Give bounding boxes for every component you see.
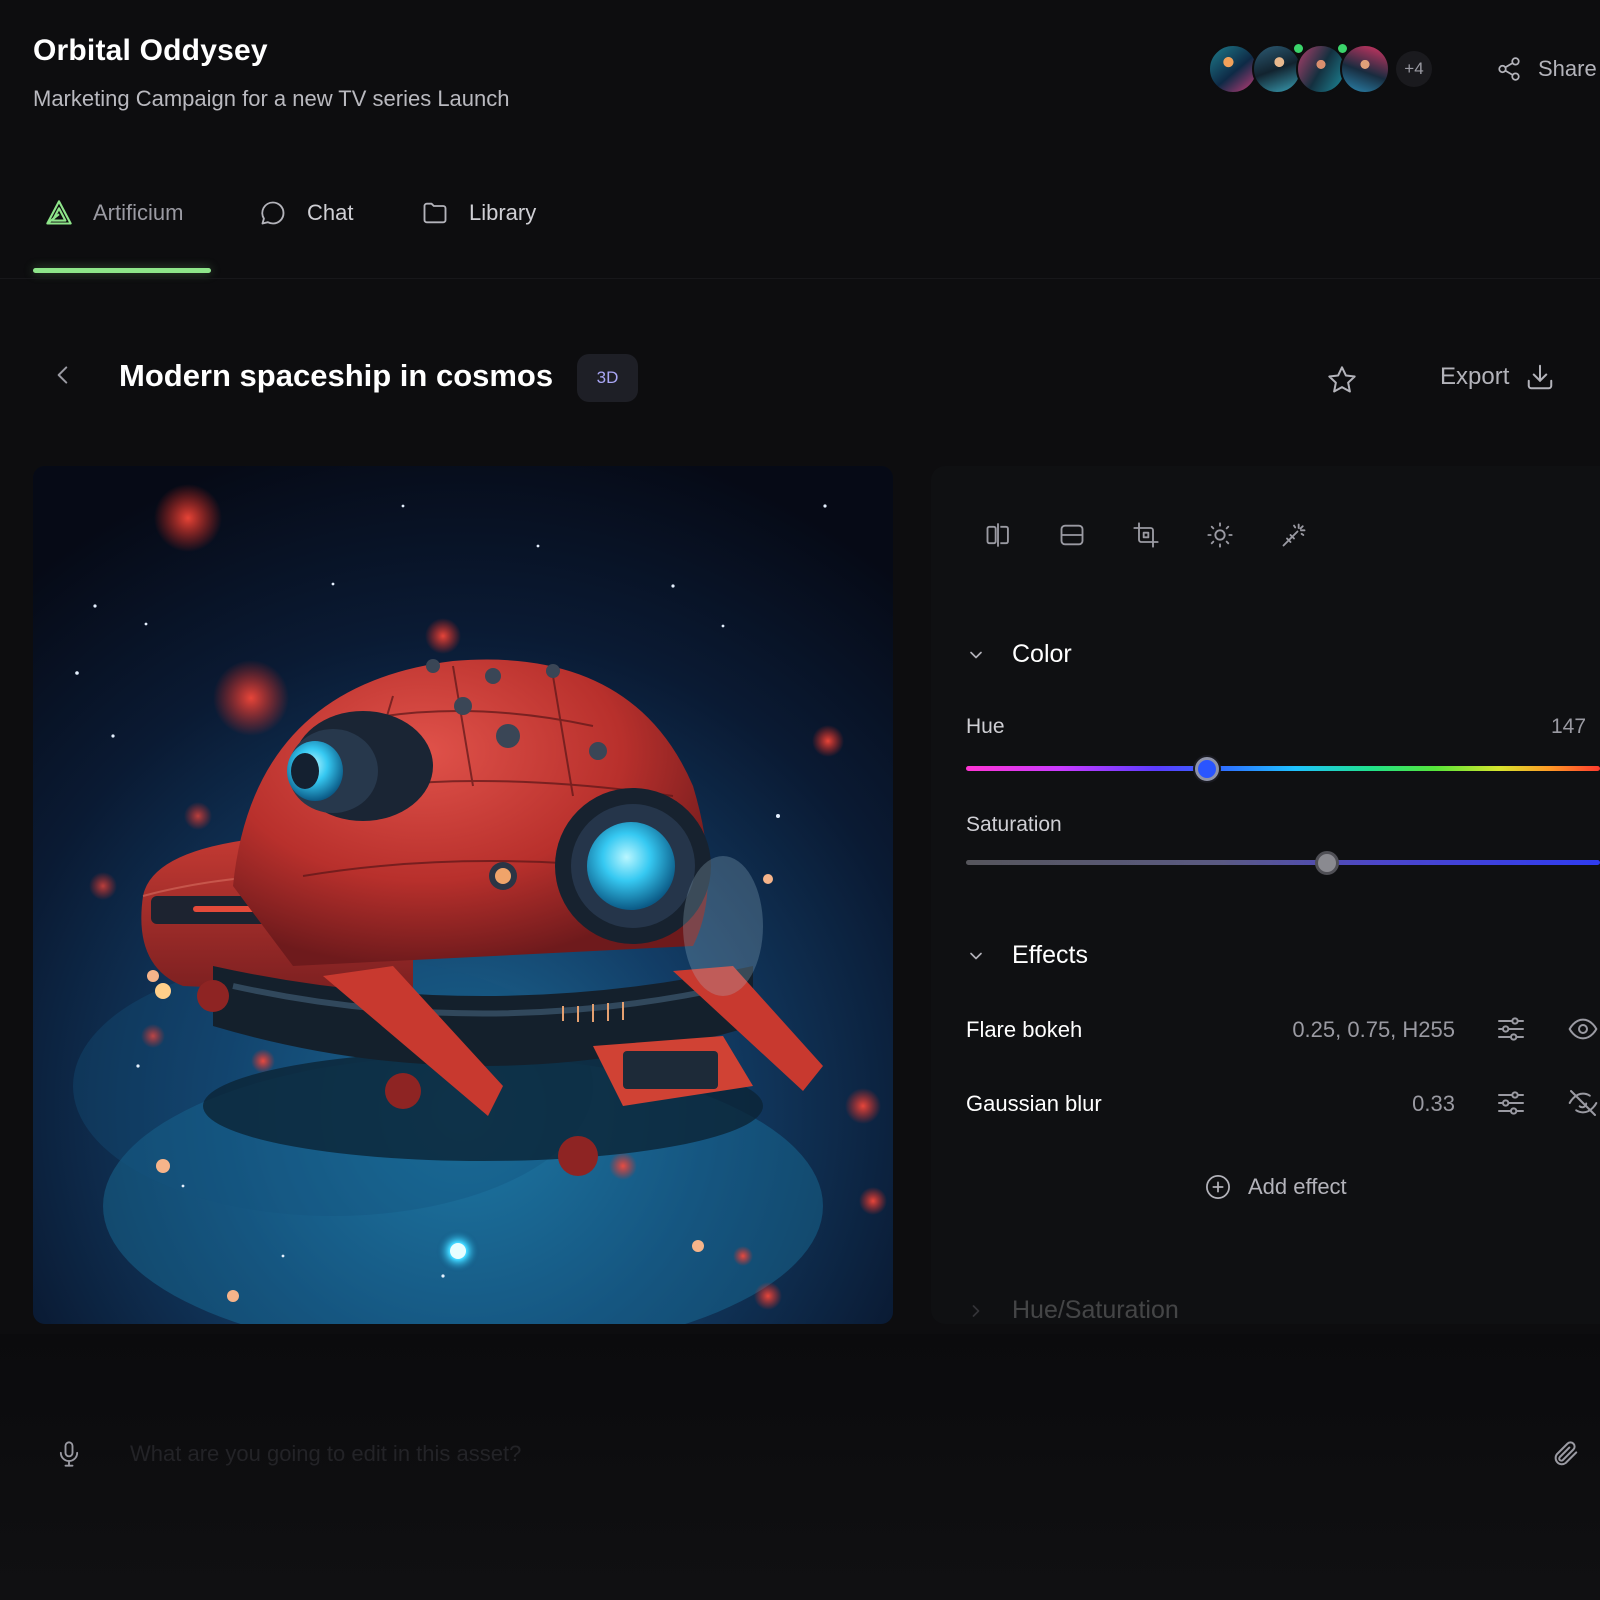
section-title: Hue/Saturation <box>1012 1296 1179 1324</box>
star-icon <box>1328 366 1356 393</box>
download-icon <box>1528 364 1553 390</box>
eye-off-icon <box>1568 1090 1598 1116</box>
chevron-left-icon <box>57 366 68 384</box>
export-label: Export <box>1440 363 1510 390</box>
chevron-right-icon <box>972 1304 980 1317</box>
magic-wand-icon <box>1282 523 1305 546</box>
effect-name: Flare bokeh <box>966 1017 1083 1042</box>
tab-chat[interactable]: Chat <box>259 190 353 236</box>
attach-button[interactable] <box>1550 1438 1580 1473</box>
favorite-button[interactable] <box>1326 364 1358 401</box>
effect-settings-button[interactable] <box>1495 1013 1527 1050</box>
effect-value: 0.25, 0.75, H255 <box>1292 1017 1455 1042</box>
effect-row-gaussian-blur[interactable]: Gaussian blur 0.33 <box>966 1084 1600 1124</box>
chat-bubble-icon <box>261 201 285 225</box>
prompt-input[interactable] <box>130 1432 1510 1476</box>
editor-panel: Color Hue 147 Saturation Effects Flare b… <box>931 466 1600 1324</box>
eye-icon <box>1568 1018 1598 1040</box>
avatar[interactable] <box>1340 44 1390 94</box>
asset-image <box>33 466 893 1324</box>
flip-horizontal-button[interactable] <box>981 518 1014 551</box>
effect-row-flare-bokeh[interactable]: Flare bokeh 0.25, 0.75, H255 <box>966 1010 1600 1050</box>
effect-name: Gaussian blur <box>966 1091 1102 1116</box>
asset-title: Modern spaceship in cosmos <box>119 358 554 393</box>
magic-wand-button[interactable] <box>1277 518 1310 551</box>
effect-visibility-toggle[interactable] <box>1567 1013 1599 1050</box>
collaborator-avatars[interactable]: +4 <box>1208 44 1432 94</box>
section-title: Effects <box>1012 941 1088 969</box>
add-effect-button[interactable]: Add effect <box>1204 1173 1347 1201</box>
saturation-label: Saturation <box>966 813 1062 836</box>
hue-slider-thumb[interactable] <box>1194 757 1219 781</box>
share-button[interactable]: Share <box>1496 56 1597 82</box>
hue-saturation-section-toggle[interactable]: Hue/Saturation <box>966 1296 1179 1325</box>
paperclip-icon <box>1554 1441 1578 1466</box>
flip-vertical-icon <box>1060 524 1083 545</box>
tab-artificium[interactable]: Artificium <box>45 190 183 236</box>
export-button[interactable]: Export <box>1440 362 1555 392</box>
tab-label: Library <box>469 200 537 225</box>
saturation-slider-track[interactable] <box>966 860 1600 865</box>
chevron-down-icon <box>970 651 982 658</box>
online-status-dot <box>1338 44 1347 53</box>
share-label: Share <box>1538 56 1597 81</box>
brightness-icon <box>1206 521 1233 548</box>
prompt-bar <box>0 1334 1600 1600</box>
project-subtitle: Marketing Campaign for a new TV series L… <box>33 86 510 111</box>
hue-slider-track[interactable] <box>966 766 1600 771</box>
section-title: Color <box>1012 640 1072 668</box>
online-status-dot <box>1294 44 1303 53</box>
asset-type-badge: 3D <box>577 354 638 402</box>
microphone-icon <box>59 1441 79 1467</box>
hue-value: 147 <box>1551 715 1587 738</box>
microphone-button[interactable] <box>55 1438 83 1475</box>
chevron-down-icon <box>970 952 982 959</box>
share-icon <box>1498 57 1520 81</box>
flip-vertical-button[interactable] <box>1055 518 1088 551</box>
tab-label: Chat <box>307 200 354 225</box>
artificium-logo-icon <box>46 200 72 225</box>
hue-label: Hue <box>966 715 1005 738</box>
tabs-divider <box>0 278 1600 279</box>
effect-visibility-toggle[interactable] <box>1567 1087 1599 1124</box>
brightness-button[interactable] <box>1203 518 1236 551</box>
avatar[interactable] <box>1208 44 1258 94</box>
app-header: Orbital Oddysey Marketing Campaign for a… <box>0 0 1600 140</box>
tab-label: Artificium <box>93 200 184 225</box>
plus-circle-icon <box>1206 1175 1230 1199</box>
crop-button[interactable] <box>1129 518 1162 551</box>
color-section-toggle[interactable]: Color <box>966 640 1072 669</box>
active-tab-indicator <box>33 268 211 273</box>
back-button[interactable] <box>50 362 76 388</box>
effect-settings-button[interactable] <box>1495 1087 1527 1124</box>
saturation-slider-thumb[interactable] <box>1315 851 1340 875</box>
crop-icon <box>1132 521 1159 548</box>
more-collaborators-count[interactable]: +4 <box>1396 51 1432 87</box>
flip-horizontal-icon <box>986 522 1009 547</box>
folder-icon <box>423 202 447 224</box>
tab-library[interactable]: Library <box>421 190 536 236</box>
sliders-icon <box>1498 1017 1524 1041</box>
main-tabs: Artificium Chat Library <box>33 190 1600 274</box>
project-title: Orbital Oddysey <box>33 34 268 67</box>
effect-value: 0.33 <box>1412 1091 1455 1116</box>
spaceship-artwork <box>33 466 893 1324</box>
add-effect-label: Add effect <box>1248 1174 1347 1199</box>
sliders-icon <box>1498 1091 1524 1115</box>
edit-toolbar <box>981 518 1310 551</box>
effects-section-toggle[interactable]: Effects <box>966 941 1088 970</box>
